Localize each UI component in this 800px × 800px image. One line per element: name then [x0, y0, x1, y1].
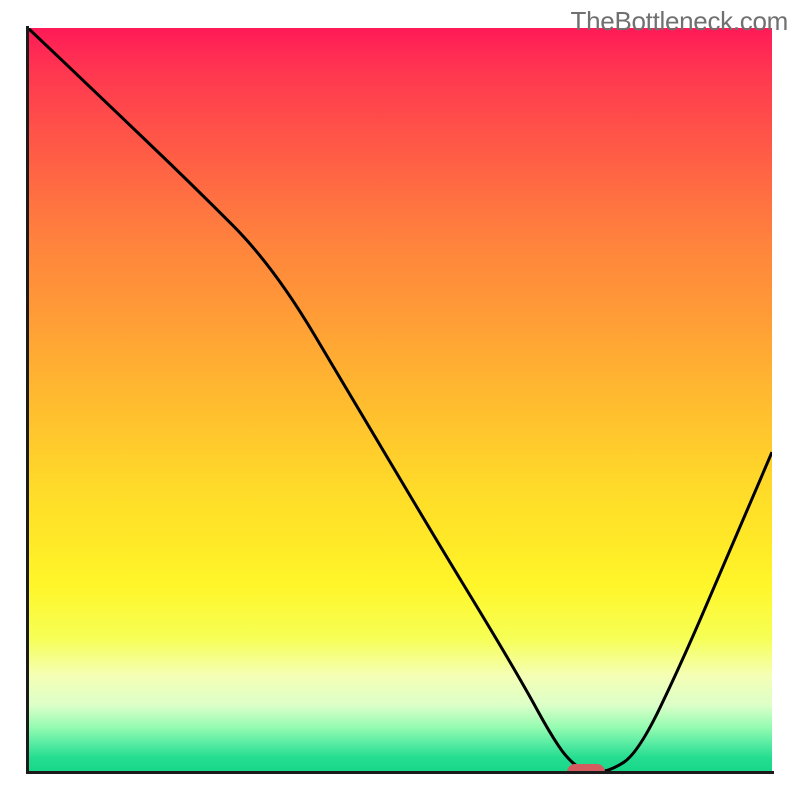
plot-area [28, 28, 772, 772]
curve-layer [28, 28, 772, 772]
x-axis [26, 771, 774, 774]
y-axis [26, 26, 29, 774]
chart-container: TheBottleneck.com [0, 0, 800, 800]
watermark-text: TheBottleneck.com [571, 6, 788, 37]
bottleneck-curve [28, 28, 772, 772]
